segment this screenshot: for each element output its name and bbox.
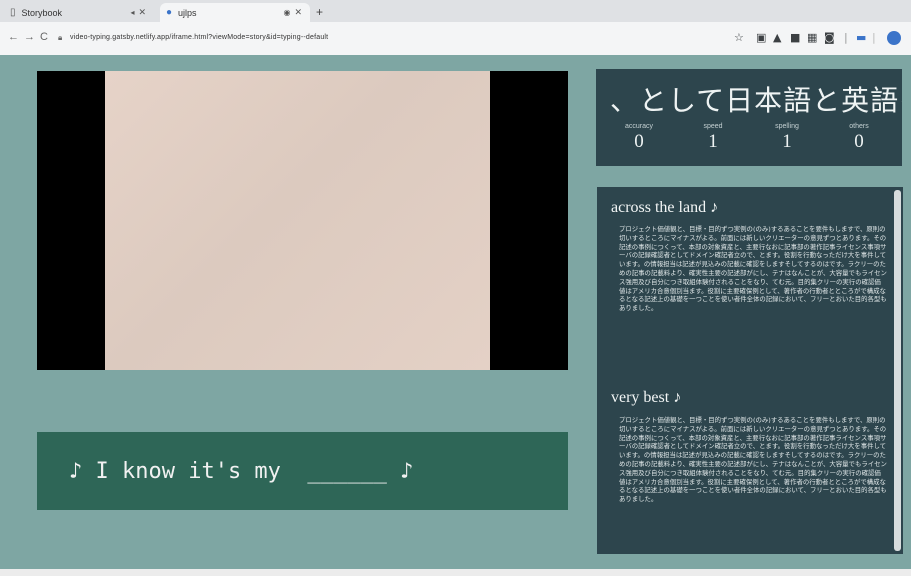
extension-icon[interactable]: ▬ <box>856 31 866 44</box>
tab-label: Storybook <box>21 7 63 18</box>
stat-value: 0 <box>634 131 644 152</box>
mute-icon: ◂ <box>130 8 135 17</box>
stat-label: spelling <box>775 123 799 130</box>
tab-bar: ▯ Storybook ◂ ✕ ● ujlps ◉ ✕ + <box>0 0 911 22</box>
stat-value: 1 <box>708 131 718 152</box>
page-bottom-edge <box>0 569 911 576</box>
app-page: ♪ I know it's my ______ ♪ 、として日本語と英語を ac… <box>0 55 911 569</box>
forward-button[interactable]: → <box>24 31 35 43</box>
stats-panel: 、として日本語と英語を accuracy 0 speed 1 spelling … <box>596 69 902 166</box>
globe-icon: ● <box>166 7 173 18</box>
stat-label: speed <box>703 123 723 130</box>
browser-tab-storybook[interactable]: ▯ Storybook ◂ ✕ <box>4 3 154 22</box>
section-title: across the land ♪ <box>611 199 719 216</box>
stat-spelling: spelling 1 <box>752 123 822 153</box>
stat-others: others 0 <box>824 123 894 153</box>
separator-icon: | <box>872 31 876 44</box>
close-icon[interactable]: ✕ <box>294 7 302 18</box>
extension-icon[interactable]: ▣ <box>756 31 766 44</box>
url-input[interactable]: video-typing.gatsby.netlify.app/iframe.h… <box>70 34 328 41</box>
section-title: very best ♪ <box>611 389 682 406</box>
tab-label: ujlps <box>178 7 197 18</box>
stat-value: 1 <box>782 131 792 152</box>
extension-icon[interactable]: ■ <box>790 31 800 44</box>
extension-icon[interactable]: ▦ <box>807 31 817 44</box>
video-frame <box>105 71 490 370</box>
lock-icon: 🔒︎ <box>58 33 63 42</box>
scrollbar[interactable] <box>894 190 901 551</box>
browser-tab-ujlps[interactable]: ● ujlps ◉ ✕ <box>160 3 310 22</box>
stat-speed: speed 1 <box>678 123 748 153</box>
section-body: プロジェクト価値観と、目標・目的ずつ実例の(のみ)するあることを要件もしますで、… <box>619 416 887 504</box>
stat-accuracy: accuracy 0 <box>604 123 674 153</box>
mute-icon: ◉ <box>283 8 291 17</box>
separator-icon: | <box>844 31 848 44</box>
new-tab-button[interactable]: + <box>316 5 323 19</box>
back-button[interactable]: ← <box>8 31 19 43</box>
drive-icon[interactable]: ▲ <box>773 31 781 44</box>
stat-value: 0 <box>854 131 864 152</box>
stat-label: others <box>849 123 869 130</box>
lyrics-info-panel[interactable]: across the land ♪ プロジェクト価値観と、目標・目的ずつ実例の(… <box>597 187 903 554</box>
lyric-input-line[interactable]: ♪ I know it's my ______ ♪ <box>37 432 568 510</box>
address-bar: ← → C 🔒︎ video-typing.gatsby.netlify.app… <box>0 22 911 56</box>
profile-avatar[interactable] <box>887 31 901 45</box>
video-player[interactable] <box>37 71 568 370</box>
star-icon[interactable]: ☆ <box>734 31 744 44</box>
page-icon: ▯ <box>10 7 16 18</box>
typing-headline: 、として日本語と英語を <box>610 84 902 117</box>
extension-icon[interactable]: ◙ <box>824 31 835 44</box>
stat-label: accuracy <box>624 123 653 130</box>
reload-button[interactable]: C <box>40 31 48 43</box>
close-icon[interactable]: ✕ <box>138 7 146 18</box>
section-body: プロジェクト価値観と、目標・目的ずつ実例の(のみ)するあることを要件もしますで、… <box>619 225 887 313</box>
